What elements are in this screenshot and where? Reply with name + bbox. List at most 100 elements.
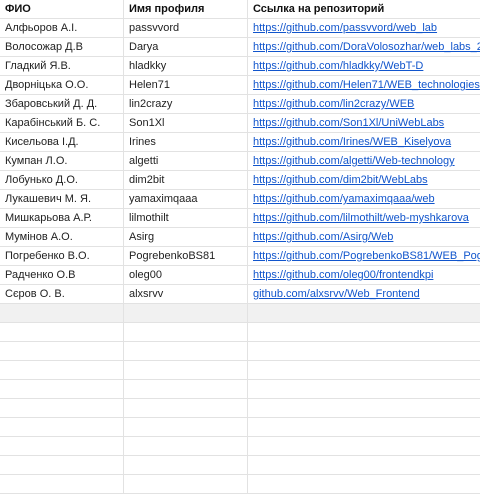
empty-cell[interactable] xyxy=(0,456,124,475)
empty-cell[interactable] xyxy=(0,418,124,437)
cell-profile[interactable]: Irines xyxy=(124,133,248,152)
cell-repo[interactable]: https://github.com/algetti/Web-technolog… xyxy=(248,152,480,171)
cell-fio[interactable]: Гладкий Я.В. xyxy=(0,57,124,76)
cell-profile[interactable]: hladkky xyxy=(124,57,248,76)
cell-profile[interactable]: passvvord xyxy=(124,19,248,38)
empty-cell[interactable] xyxy=(124,380,248,399)
header-repo[interactable]: Ссылка на репозиторий xyxy=(248,0,480,19)
header-fio[interactable]: ФИО xyxy=(0,0,124,19)
cell-repo[interactable]: https://github.com/DoraVolosozhar/web_la… xyxy=(248,38,480,57)
empty-cell[interactable] xyxy=(248,380,480,399)
cell-fio[interactable]: Радченко О.В xyxy=(0,266,124,285)
cell-profile[interactable]: lin2crazy xyxy=(124,95,248,114)
cell-profile[interactable]: Helen71 xyxy=(124,76,248,95)
empty-cell[interactable] xyxy=(124,456,248,475)
repo-link[interactable]: https://github.com/DoraVolosozhar/web_la… xyxy=(253,41,480,53)
empty-cell[interactable] xyxy=(0,361,124,380)
cell-repo[interactable]: https://github.com/Irines/WEB_Kiselyova xyxy=(248,133,480,152)
cell-fio[interactable]: Лобунько Д.О. xyxy=(0,171,124,190)
table-row: Збаровський Д. Д. lin2crazy https://github… xyxy=(0,95,480,114)
empty-cell[interactable] xyxy=(124,323,248,342)
cell-repo[interactable]: https://github.com/lin2crazy/WEB xyxy=(248,95,480,114)
repo-link[interactable]: https://github.com/hladkky/WebT-D xyxy=(253,60,423,72)
empty-cell[interactable] xyxy=(248,475,480,494)
cell-repo[interactable]: https://github.com/Asirg/Web xyxy=(248,228,480,247)
cell-repo[interactable]: https://github.com/oleg00/frontendkpi xyxy=(248,266,480,285)
repo-link[interactable]: github.com/alxsrvv/Web_Frontend xyxy=(253,288,420,300)
table-row: Сєров О. В. alxsrvv github.com/alxsrvv/Web… xyxy=(0,285,480,304)
cell-profile[interactable]: yamaximqaaa xyxy=(124,190,248,209)
cell-profile[interactable]: lilmothilt xyxy=(124,209,248,228)
cell-profile[interactable]: PogrebenkoBS81 xyxy=(124,247,248,266)
empty-cell[interactable] xyxy=(124,475,248,494)
empty-cell[interactable] xyxy=(248,399,480,418)
cell-repo[interactable]: https://github.com/passvvord/web_lab xyxy=(248,19,480,38)
cell-fio[interactable]: Дворніцька О.О. xyxy=(0,76,124,95)
repo-link[interactable]: https://github.com/lin2crazy/WEB xyxy=(253,98,414,110)
cell-profile[interactable]: algetti xyxy=(124,152,248,171)
repo-link[interactable]: https://github.com/dim2bit/WebLabs xyxy=(253,174,428,186)
repo-link[interactable]: https://github.com/yamaximqaaa/web xyxy=(253,193,435,205)
empty-row xyxy=(0,342,480,361)
empty-cell[interactable] xyxy=(0,437,124,456)
table-row: Кумпан Л.О. algetti https://github.com/alg… xyxy=(0,152,480,171)
repo-link[interactable]: https://github.com/lilmothilt/web-myshka… xyxy=(253,212,469,224)
cell-profile[interactable]: alxsrvv xyxy=(124,285,248,304)
cell-profile[interactable]: Son1Xl xyxy=(124,114,248,133)
empty-cell[interactable] xyxy=(248,361,480,380)
cell-fio[interactable]: Мумінов А.О. xyxy=(0,228,124,247)
cell-repo[interactable]: github.com/alxsrvv/Web_Frontend xyxy=(248,285,480,304)
empty-cell[interactable] xyxy=(124,361,248,380)
empty-cell[interactable] xyxy=(124,304,248,323)
empty-cell[interactable] xyxy=(124,399,248,418)
cell-fio[interactable]: Кисельова І.Д. xyxy=(0,133,124,152)
empty-cell[interactable] xyxy=(248,342,480,361)
cell-fio[interactable]: Кумпан Л.О. xyxy=(0,152,124,171)
empty-row xyxy=(0,475,480,494)
cell-fio[interactable]: Погребенко В.О. xyxy=(0,247,124,266)
cell-fio[interactable]: Карабінський Б. С. xyxy=(0,114,124,133)
cell-repo[interactable]: https://github.com/hladkky/WebT-D xyxy=(248,57,480,76)
empty-cell[interactable] xyxy=(0,323,124,342)
cell-repo[interactable]: https://github.com/dim2bit/WebLabs xyxy=(248,171,480,190)
table-row: Алфьоров А.І. passvvord https://github.com… xyxy=(0,19,480,38)
repo-link[interactable]: https://github.com/passvvord/web_lab xyxy=(253,22,437,34)
empty-cell[interactable] xyxy=(0,380,124,399)
cell-profile[interactable]: Darya xyxy=(124,38,248,57)
empty-cell[interactable] xyxy=(124,342,248,361)
empty-cell[interactable] xyxy=(248,456,480,475)
repo-link[interactable]: https://github.com/Irines/WEB_Kiselyova xyxy=(253,136,451,148)
cell-fio[interactable]: Волосожар Д.В xyxy=(0,38,124,57)
repo-link[interactable]: https://github.com/PogrebenkoBS81/WEB_Po… xyxy=(253,250,480,262)
empty-row xyxy=(0,399,480,418)
repo-link[interactable]: https://github.com/Son1Xl/UniWebLabs xyxy=(253,117,444,129)
cell-fio[interactable]: Алфьоров А.І. xyxy=(0,19,124,38)
cell-fio[interactable]: Лукашевич М. Я. xyxy=(0,190,124,209)
cell-profile[interactable]: oleg00 xyxy=(124,266,248,285)
cell-fio[interactable]: Мишкарьова А.Р. xyxy=(0,209,124,228)
header-profile[interactable]: Имя профиля xyxy=(124,0,248,19)
empty-cell[interactable] xyxy=(0,304,124,323)
empty-cell[interactable] xyxy=(0,475,124,494)
empty-cell[interactable] xyxy=(124,418,248,437)
empty-cell[interactable] xyxy=(0,342,124,361)
cell-repo[interactable]: https://github.com/Helen71/WEB_technolog… xyxy=(248,76,480,95)
repo-link[interactable]: https://github.com/Asirg/Web xyxy=(253,231,393,243)
empty-cell[interactable] xyxy=(248,323,480,342)
cell-repo[interactable]: https://github.com/lilmothilt/web-myshka… xyxy=(248,209,480,228)
repo-link[interactable]: https://github.com/algetti/Web-technolog… xyxy=(253,155,455,167)
empty-cell[interactable] xyxy=(124,437,248,456)
empty-cell[interactable] xyxy=(248,418,480,437)
repo-link[interactable]: https://github.com/Helen71/WEB_technolog… xyxy=(253,79,480,91)
cell-fio[interactable]: Збаровський Д. Д. xyxy=(0,95,124,114)
cell-profile[interactable]: dim2bit xyxy=(124,171,248,190)
cell-fio[interactable]: Сєров О. В. xyxy=(0,285,124,304)
cell-repo[interactable]: https://github.com/Son1Xl/UniWebLabs xyxy=(248,114,480,133)
empty-cell[interactable] xyxy=(248,304,480,323)
empty-cell[interactable] xyxy=(248,437,480,456)
repo-link[interactable]: https://github.com/oleg00/frontendkpi xyxy=(253,269,433,281)
cell-repo[interactable]: https://github.com/PogrebenkoBS81/WEB_Po… xyxy=(248,247,480,266)
cell-repo[interactable]: https://github.com/yamaximqaaa/web xyxy=(248,190,480,209)
cell-profile[interactable]: Asirg xyxy=(124,228,248,247)
empty-cell[interactable] xyxy=(0,399,124,418)
